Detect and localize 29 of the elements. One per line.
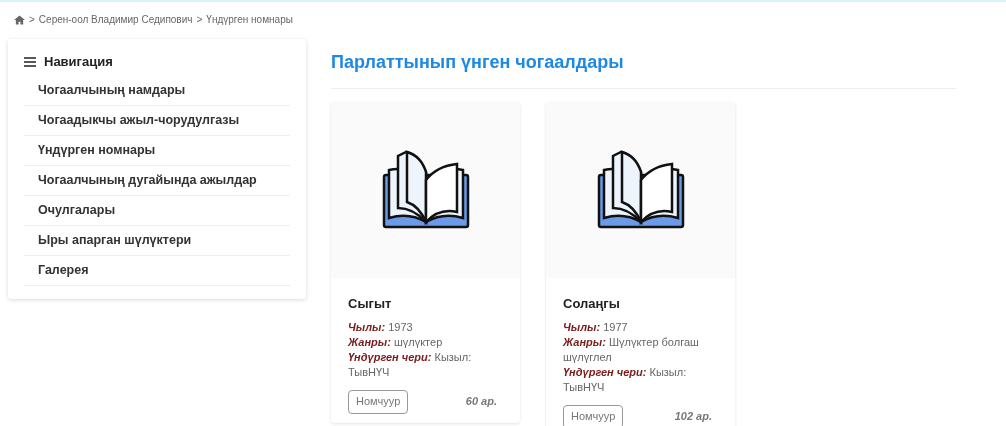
breadcrumb-separator: >: [196, 13, 203, 27]
page-title: Парлаттынып үнген чогаалдары: [331, 51, 625, 74]
navigation-link[interactable]: Галерея: [38, 260, 89, 280]
menu-icon: [24, 56, 36, 67]
open-book-icon: [380, 150, 471, 230]
breadcrumb-link[interactable]: Серен-оол Владимир Седипович: [38, 12, 193, 27]
navigation-link[interactable]: Үндүрген номнары: [38, 140, 156, 160]
read-button[interactable]: Номчуур: [563, 404, 624, 426]
book-detail: Жанры: Шүлүктер болгаш шүлүглел: [563, 334, 700, 365]
breadcrumb-separator: >: [29, 13, 35, 27]
navigation-link[interactable]: Очулгалары: [38, 200, 116, 220]
book-detail: Үндүрген чери: Кызыл: ТывНҮЧ: [563, 364, 688, 395]
book-detail: Жанры: шүлүктер: [348, 334, 444, 350]
navigation-link[interactable]: Чогаадыкчы ажыл-чорудулгазы: [38, 110, 240, 130]
home-icon[interactable]: [14, 14, 25, 25]
book-title: Солаңгы: [563, 295, 621, 313]
book-detail: Чылы: 1977: [563, 319, 629, 335]
read-button[interactable]: Номчуур: [348, 389, 409, 414]
page-count: 60 ар.: [465, 394, 498, 410]
navigation-link[interactable]: Чогаалчының дугайында ажылдар: [38, 170, 257, 190]
navigation-link[interactable]: Ыры апарган шүлүктери: [38, 230, 192, 250]
book-detail: Үндүрген чери: Кызыл: ТывНҮЧ: [348, 349, 473, 380]
open-book-icon: [595, 150, 686, 230]
book-detail: Чылы: 1973: [348, 319, 414, 335]
breadcrumb-link[interactable]: Үндүрген номнары: [206, 12, 293, 27]
page-count: 102 ар.: [674, 409, 713, 425]
book-title: Сыгыт: [348, 295, 393, 313]
navigation-link[interactable]: Чогаалчының намдары: [38, 80, 186, 100]
navigation-title: Навигация: [44, 53, 113, 71]
